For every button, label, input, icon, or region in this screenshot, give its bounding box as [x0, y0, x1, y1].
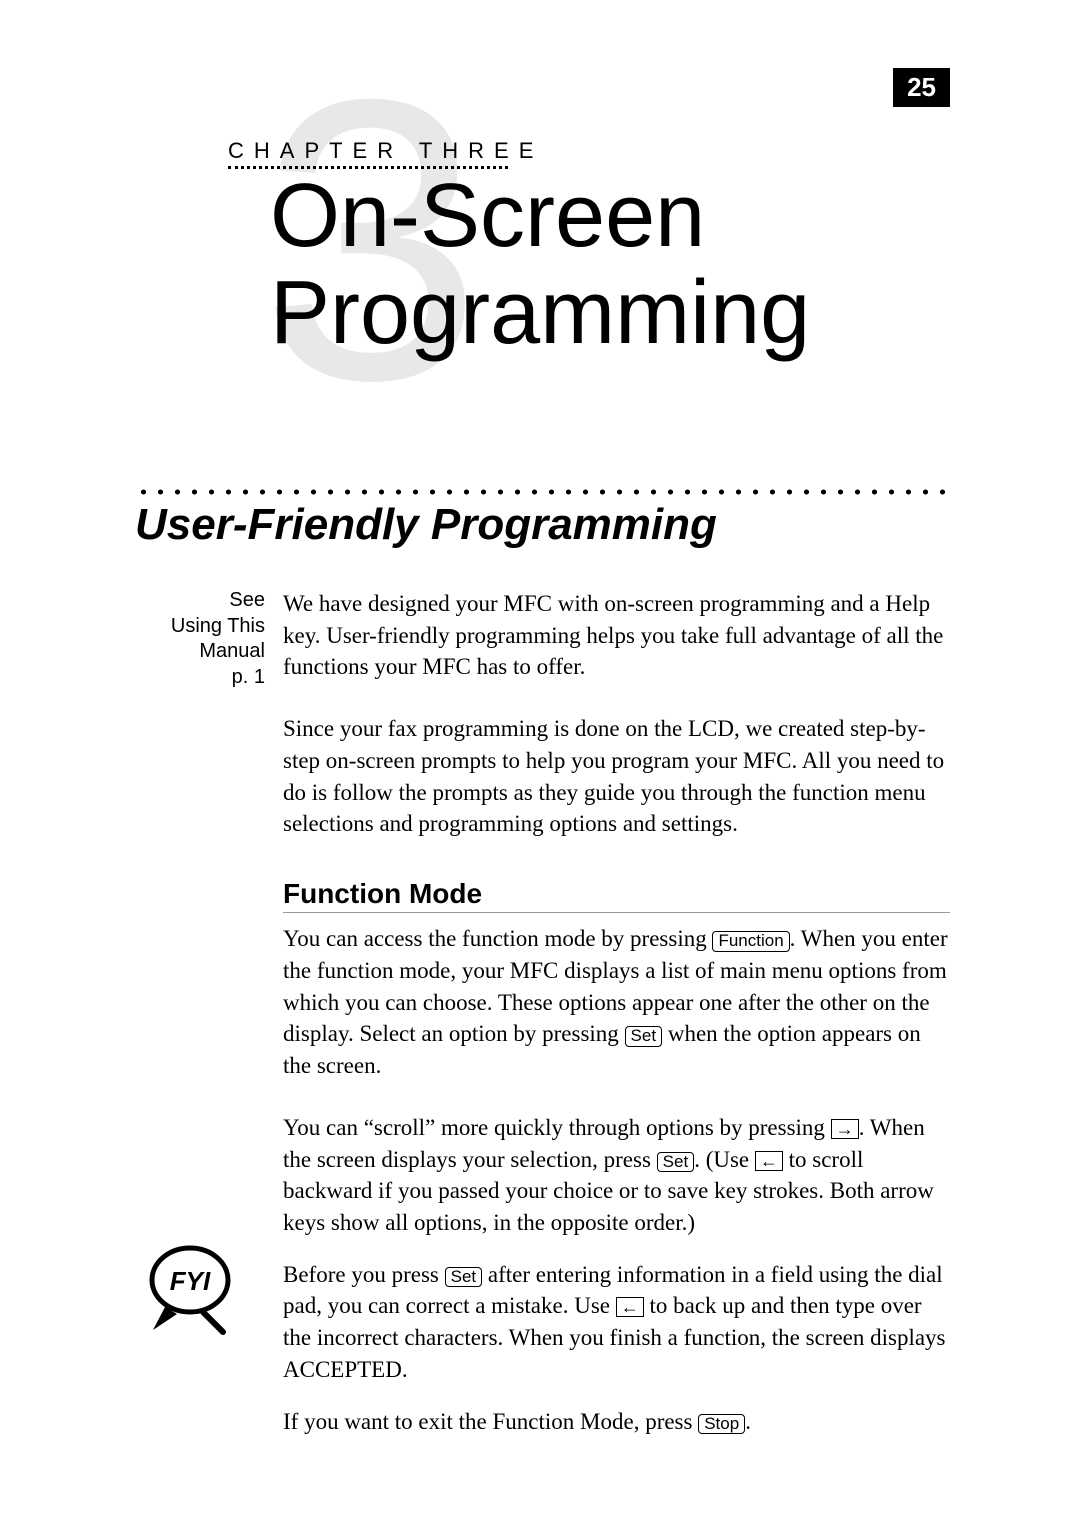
text-run: If you want to exit the Function Mode, p…	[283, 1409, 698, 1434]
fyi-label: FYI	[170, 1266, 211, 1296]
section-header: User-Friendly Programming	[135, 488, 950, 550]
set-key-icon: Set	[625, 1026, 663, 1047]
body-paragraph: Since your fax programming is done on th…	[283, 713, 950, 840]
margin-note-line: Using This	[135, 614, 265, 640]
chapter-title-line2: Programming	[270, 265, 810, 362]
chapter-header: CHAPTER THREE	[228, 138, 543, 169]
body-paragraph: We have designed your MFC with on-screen…	[283, 588, 950, 683]
margin-note-line: Manual	[135, 639, 265, 665]
chapter-title-line1: On-Screen	[270, 168, 810, 265]
body-paragraph: Before you press Set after entering info…	[283, 1259, 950, 1386]
text-run: You can access the function mode by pres…	[283, 926, 712, 951]
text-run: .	[745, 1409, 751, 1434]
text-run: You can “scroll” more quickly through op…	[283, 1115, 831, 1140]
section-dotted-rule	[135, 488, 950, 496]
set-key-icon: Set	[657, 1152, 695, 1173]
margin-note-line: See	[135, 588, 265, 614]
left-arrow-key-icon: ←	[755, 1151, 783, 1171]
page-number: 25	[907, 72, 936, 102]
subsection-rule	[283, 912, 950, 913]
chapter-label: CHAPTER THREE	[228, 138, 543, 164]
body-paragraph: If you want to exit the Function Mode, p…	[283, 1406, 950, 1438]
right-arrow-key-icon: →	[831, 1119, 859, 1139]
chapter-title: On-Screen Programming	[270, 168, 810, 362]
margin-note-line: p. 1	[135, 665, 265, 691]
content-area: See Using This Manual p. 1 We have desig…	[135, 588, 950, 1467]
left-arrow-key-icon: ←	[616, 1297, 644, 1317]
set-key-icon: Set	[445, 1267, 483, 1288]
text-run: Before you press	[283, 1262, 445, 1287]
stop-key-icon: Stop	[698, 1414, 745, 1435]
section-title: User-Friendly Programming	[135, 500, 950, 550]
fyi-icon: FYI	[135, 1232, 245, 1342]
body-paragraph: You can “scroll” more quickly through op…	[283, 1112, 950, 1239]
text-run: . (Use	[694, 1147, 755, 1172]
body-paragraph: You can access the function mode by pres…	[283, 923, 950, 1082]
main-content: We have designed your MFC with on-screen…	[275, 588, 950, 1467]
function-key-icon: Function	[712, 931, 789, 952]
page-number-badge: 25	[893, 68, 950, 107]
subsection-title: Function Mode	[283, 878, 950, 910]
